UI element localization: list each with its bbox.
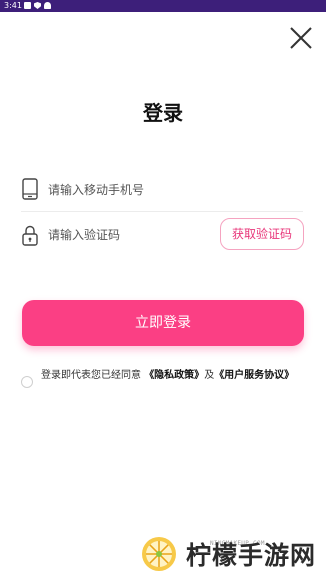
- notification-icon: [24, 2, 31, 9]
- lemon-logo-icon: [142, 537, 176, 571]
- android-icon: [44, 2, 51, 9]
- lock-icon: [22, 225, 38, 246]
- agreement-prefix: 登录即代表您已经同意: [41, 370, 145, 381]
- status-time: 3:41: [4, 1, 22, 10]
- phone-icon: [22, 178, 38, 200]
- page-title: 登录: [143, 101, 183, 125]
- privacy-policy-link[interactable]: 《隐私政策》: [144, 370, 204, 381]
- shield-icon: [34, 2, 41, 9]
- phone-input[interactable]: [48, 180, 288, 200]
- status-icons: [24, 2, 51, 9]
- agreement-text: 登录即代表您已经同意 《隐私政策》及《用户服务协议》: [41, 368, 311, 384]
- login-button[interactable]: 立即登录: [22, 300, 304, 346]
- watermark-name: 柠檬手游网: [186, 541, 317, 570]
- agreement-conjunction: 及: [204, 370, 215, 381]
- terms-of-service-link[interactable]: 《用户服务协议》: [214, 370, 294, 381]
- get-code-button[interactable]: 获取验证码: [220, 218, 304, 250]
- status-bar: 3:41: [0, 0, 326, 12]
- agreement-radio[interactable]: [21, 376, 33, 388]
- divider: [21, 211, 303, 212]
- verification-code-input[interactable]: [48, 225, 208, 245]
- close-icon[interactable]: [287, 24, 315, 52]
